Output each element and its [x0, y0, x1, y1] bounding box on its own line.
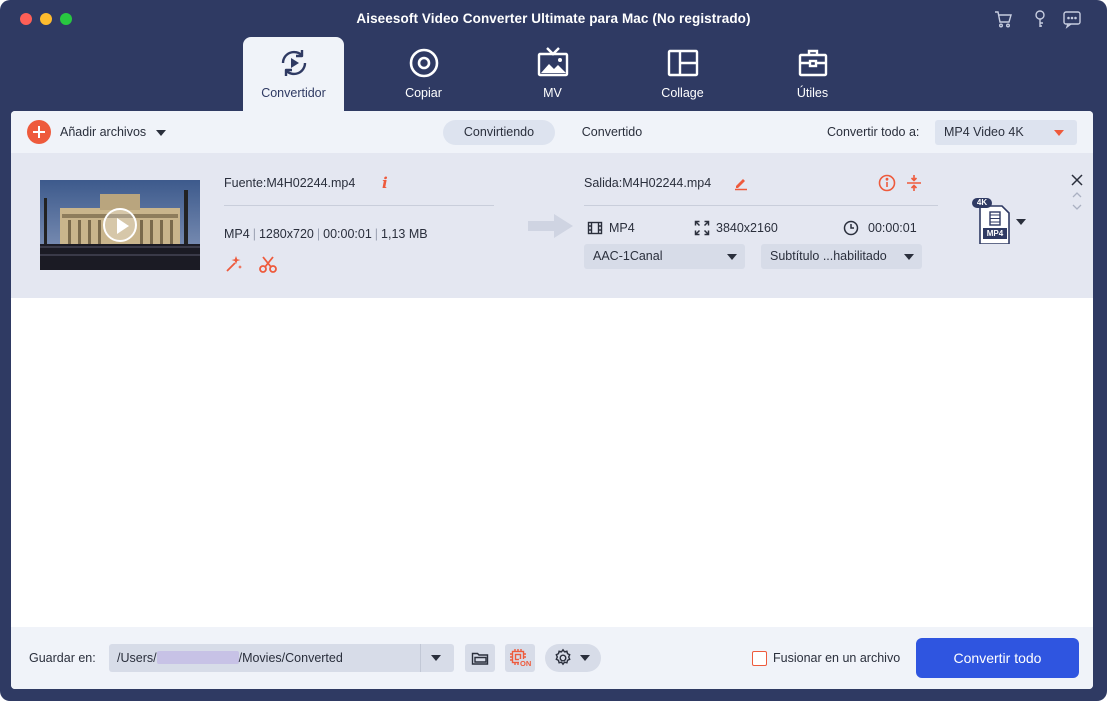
- convert-all-format-select[interactable]: MP4 Video 4K: [935, 120, 1077, 145]
- magic-wand-icon[interactable]: [224, 254, 244, 274]
- video-thumbnail[interactable]: [40, 180, 200, 270]
- resolution-icon: [694, 220, 710, 236]
- source-size: 1,13 MB: [381, 227, 428, 241]
- hardware-acceleration-button[interactable]: ON: [505, 644, 535, 672]
- tab-label: MV: [543, 86, 562, 100]
- tab-label: Convertidor: [261, 86, 326, 100]
- settings-button[interactable]: [545, 644, 601, 672]
- window-title: Aiseesoft Video Converter Ultimate para …: [356, 11, 751, 26]
- tab-label: Útiles: [796, 86, 829, 100]
- format-badge-bottom: MP4: [986, 229, 1004, 238]
- chevron-up-icon[interactable]: [1070, 190, 1084, 200]
- scissors-icon[interactable]: [258, 254, 278, 274]
- audio-track-value: AAC-1Canal: [593, 249, 663, 263]
- audio-track-select[interactable]: AAC-1Canal: [584, 244, 745, 269]
- bottom-bar: Guardar en: /Users/ /Movies/Converted ON: [11, 627, 1093, 689]
- tab-convertidor[interactable]: Convertidor: [243, 37, 344, 111]
- add-files-label[interactable]: Añadir archivos: [60, 125, 146, 139]
- convert-all-label: Convertir todo a:: [827, 125, 920, 139]
- edit-icon[interactable]: [733, 175, 749, 191]
- disc-icon: [409, 48, 438, 78]
- tab-converted[interactable]: Convertido: [567, 120, 657, 145]
- gpu-on-badge: ON: [519, 659, 533, 668]
- feedback-icon[interactable]: [1062, 9, 1082, 29]
- film-icon: [587, 221, 603, 235]
- chevron-down-icon: [727, 254, 737, 260]
- compress-icon[interactable]: [905, 174, 923, 192]
- key-icon[interactable]: [1030, 9, 1050, 29]
- tab-collage[interactable]: Collage: [632, 37, 733, 111]
- divider: [420, 644, 421, 672]
- source-resolution: 1280x720: [258, 227, 314, 241]
- chevron-down-icon: [904, 254, 914, 260]
- gear-icon: [555, 648, 571, 666]
- converter-toolbar: Añadir archivos Convirtiendo Convertido …: [11, 111, 1093, 153]
- close-icon[interactable]: [1070, 173, 1084, 187]
- output-info-icon[interactable]: [878, 174, 896, 192]
- arrow-right-icon: [528, 214, 573, 238]
- format-badge-top: 4K: [976, 198, 988, 207]
- output-duration: 00:00:01: [868, 221, 917, 235]
- play-icon[interactable]: [103, 208, 137, 242]
- add-files-dropdown-icon[interactable]: [156, 130, 166, 136]
- convert-icon: [281, 50, 306, 76]
- open-folder-button[interactable]: [465, 644, 495, 672]
- chevron-down-icon[interactable]: [1070, 202, 1084, 212]
- tab-utiles[interactable]: Útiles: [762, 37, 863, 111]
- output-format: MP4: [609, 221, 635, 235]
- tab-label: Copiar: [405, 86, 442, 100]
- divider: [584, 205, 938, 206]
- file-item: Fuente:M4H02244.mp4 i MP4 | 1280x720 | 00:00…: [11, 153, 1093, 298]
- subtitle-value: Subtítulo ...habilitado: [770, 249, 887, 263]
- chevron-down-icon: [1054, 130, 1064, 136]
- path-prefix: /Users/: [117, 651, 157, 665]
- collage-icon: [667, 49, 698, 77]
- output-format-button[interactable]: 4K MP4: [971, 198, 1021, 245]
- chevron-down-icon: [580, 655, 590, 661]
- source-duration: 00:00:01: [323, 227, 372, 241]
- convert-all-button[interactable]: Convertir todo: [916, 638, 1079, 678]
- converter-panel: Añadir archivos Convirtiendo Convertido …: [11, 111, 1093, 689]
- source-meta: MP4 | 1280x720 | 00:00:01 | 1,13 MB: [224, 227, 428, 241]
- folder-icon: [471, 652, 489, 665]
- app-window: Aiseesoft Video Converter Ultimate para …: [0, 0, 1107, 701]
- output-filename: Salida:M4H02244.mp4: [584, 176, 712, 190]
- source-format: MP4: [224, 227, 250, 241]
- cart-icon[interactable]: [993, 9, 1013, 29]
- source-filename: Fuente:M4H02244.mp4: [224, 176, 356, 190]
- tv-icon: [537, 47, 568, 77]
- chevron-down-icon: [431, 655, 441, 661]
- divider: [224, 205, 494, 206]
- convert-all-format-value: MP4 Video 4K: [944, 125, 1024, 139]
- tab-copiar[interactable]: Copiar: [373, 37, 474, 111]
- clock-icon: [843, 220, 859, 236]
- add-files-button[interactable]: [27, 120, 51, 144]
- subtitle-select[interactable]: Subtítulo ...habilitado: [761, 244, 922, 269]
- info-icon[interactable]: i: [382, 174, 388, 192]
- output-resolution: 3840x2160: [716, 221, 778, 235]
- tab-converting[interactable]: Convirtiendo: [443, 120, 555, 145]
- merge-checkbox[interactable]: [752, 651, 767, 666]
- redacted-username: [156, 651, 239, 664]
- tab-mv[interactable]: MV: [502, 37, 603, 111]
- toolbox-icon: [798, 49, 827, 77]
- merge-label[interactable]: Fusionar en un archivo: [773, 651, 900, 665]
- chevron-down-icon[interactable]: [1016, 219, 1026, 225]
- path-suffix: /Movies/Converted: [238, 651, 343, 665]
- title-bar: Aiseesoft Video Converter Ultimate para …: [0, 0, 1107, 38]
- output-path-select[interactable]: /Users/ /Movies/Converted: [109, 644, 454, 672]
- tab-label: Collage: [661, 86, 704, 100]
- output-path-value: /Users/ /Movies/Converted: [117, 651, 343, 665]
- save-to-label: Guardar en:: [29, 651, 96, 665]
